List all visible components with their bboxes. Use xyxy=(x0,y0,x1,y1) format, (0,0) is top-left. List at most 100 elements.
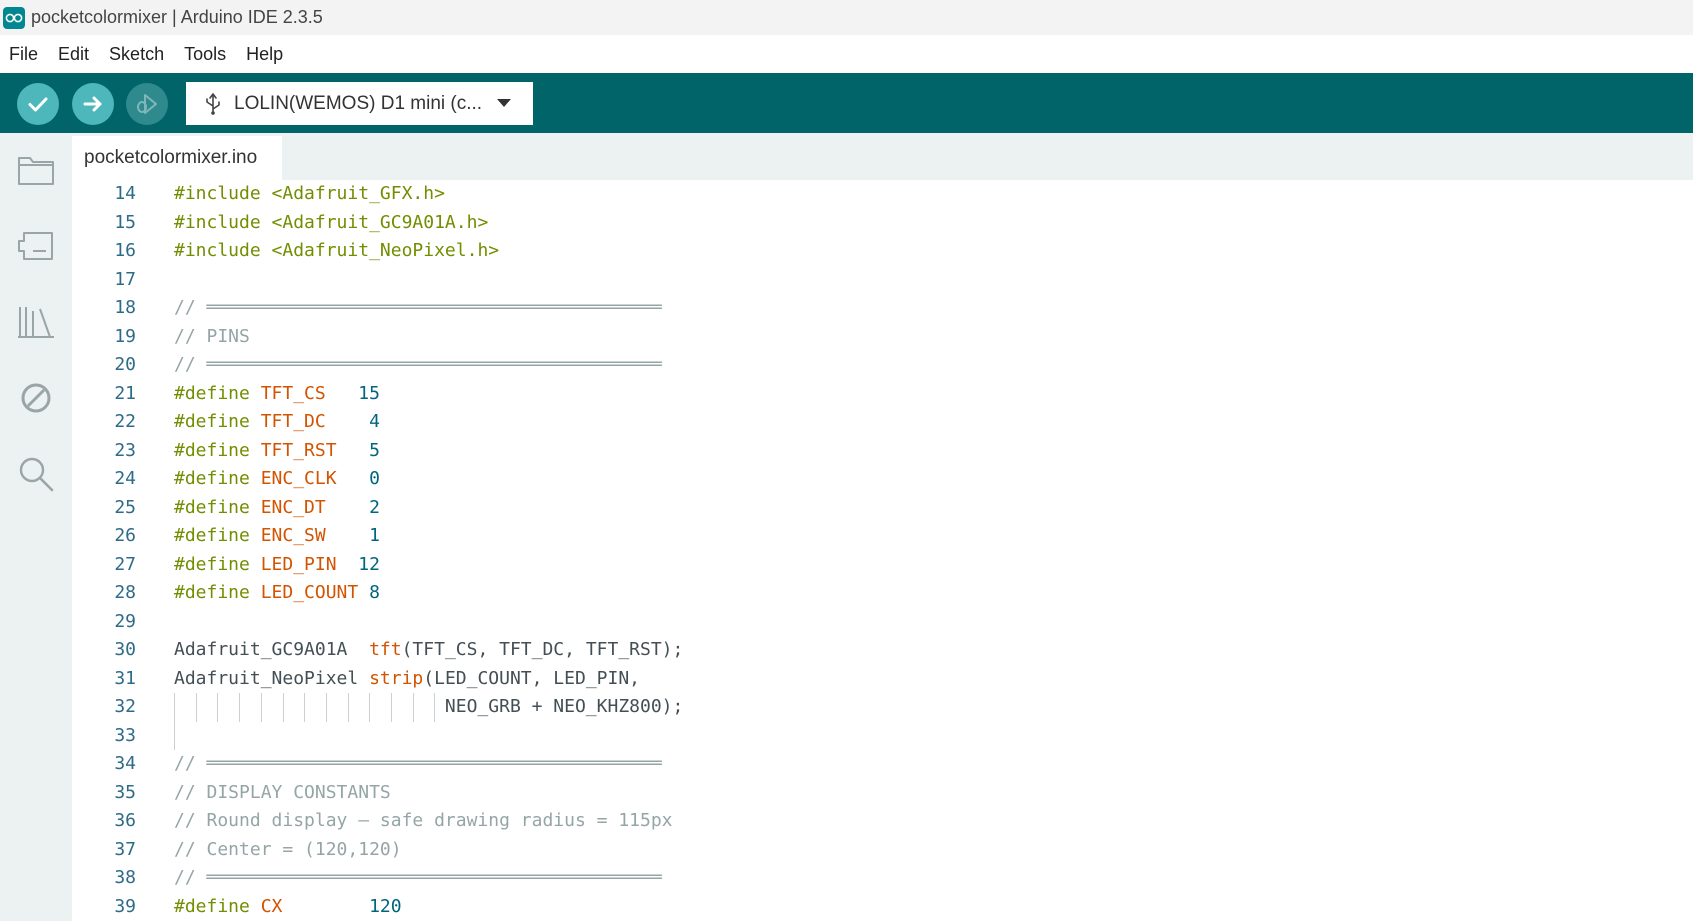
menu-help[interactable]: Help xyxy=(246,44,283,65)
debug-panel-button[interactable] xyxy=(15,377,57,419)
code-text: // ═════════════════════════════════════… xyxy=(174,294,662,323)
code-line[interactable]: 36 // Round display — safe drawing radius… xyxy=(72,807,1693,836)
menu-sketch[interactable]: Sketch xyxy=(109,44,164,65)
code-token: #include xyxy=(174,183,261,204)
no-entry-icon xyxy=(21,383,51,413)
code-token: #define xyxy=(174,382,250,404)
code-token: #include xyxy=(174,240,261,261)
code-token: ENC_SW xyxy=(260,525,326,546)
library-icon xyxy=(18,307,54,338)
code-token: // Center = (120,120) xyxy=(174,838,402,860)
library-manager-button[interactable] xyxy=(15,301,57,343)
line-number: 15 xyxy=(114,211,136,233)
menu-file[interactable]: File xyxy=(9,44,38,65)
code-line[interactable]: 17 xyxy=(72,266,1693,295)
code-line[interactable]: 39 #define CX 120 xyxy=(72,893,1693,921)
code-token: 2 xyxy=(369,496,380,518)
code-line[interactable]: 28 #define LED_COUNT 8 xyxy=(72,579,1693,608)
line-number: 23 xyxy=(114,439,136,461)
code-token: LED_PIN xyxy=(260,553,337,575)
sidebar xyxy=(0,133,72,921)
code-token: TFT_DC xyxy=(260,411,326,432)
line-number: 25 xyxy=(114,496,136,518)
code-token: (LED_COUNT, LED_PIN, xyxy=(423,667,641,689)
debug-button[interactable] xyxy=(126,83,168,125)
code-line[interactable]: 25 #define ENC_DT 2 xyxy=(72,494,1693,523)
code-line[interactable]: 22 #define TFT_DC 4 xyxy=(72,408,1693,437)
verify-button[interactable] xyxy=(17,83,59,125)
code-token: #define xyxy=(174,468,250,489)
code-editor[interactable]: 14 #include <Adafruit_GFX.h> 15 #include <A… xyxy=(72,180,1693,921)
code-line[interactable]: 16 #include <Adafruit_NeoPixel.h> xyxy=(72,237,1693,266)
code-line[interactable]: 33 xyxy=(72,721,1693,750)
upload-button[interactable] xyxy=(72,83,114,125)
code-line[interactable]: 19 // PINS xyxy=(72,323,1693,352)
line-number: 18 xyxy=(114,297,136,318)
menu-bar: File Edit Sketch Tools Help xyxy=(0,35,1693,73)
code-token: // PINS xyxy=(174,325,250,347)
code-line[interactable]: 21 #define TFT_CS 15 xyxy=(72,380,1693,409)
menu-tools[interactable]: Tools xyxy=(184,44,226,65)
code-line[interactable]: 18 // ═══════════════════════════════════… xyxy=(72,294,1693,323)
code-token: 12 xyxy=(358,553,380,575)
code-token: 5 xyxy=(369,439,380,461)
code-text: #define TFT_DC 4 xyxy=(174,408,380,437)
code-line[interactable]: 23 #define TFT_RST 5 xyxy=(72,437,1693,466)
code-line[interactable]: 37 // Center = (120,120) xyxy=(72,836,1693,865)
code-text: // ═════════════════════════════════════… xyxy=(174,351,662,380)
code-line[interactable]: 14 #include <Adafruit_GFX.h> xyxy=(72,180,1693,209)
code-token: #define xyxy=(174,553,250,575)
code-line[interactable]: 35 // DISPLAY CONSTANTS xyxy=(72,779,1693,808)
code-line[interactable]: 20 // ═══════════════════════════════════… xyxy=(72,351,1693,380)
code-line[interactable]: 15 #include <Adafruit_GC9A01A.h> xyxy=(72,209,1693,238)
code-text: // ═════════════════════════════════════… xyxy=(174,750,662,779)
code-text: #include <Adafruit_NeoPixel.h> xyxy=(174,237,499,266)
code-token: TFT_CS xyxy=(260,382,326,404)
menu-edit[interactable]: Edit xyxy=(58,44,89,65)
line-number: 38 xyxy=(114,867,136,888)
code-text: Adafruit_NeoPixel strip(LED_COUNT, LED_P… xyxy=(174,665,640,694)
code-line[interactable]: 27 #define LED_PIN 12 xyxy=(72,551,1693,580)
board-selector[interactable]: LOLIN(WEMOS) D1 mini (c... xyxy=(186,82,533,125)
code-token: // ═════════════════════════════════════… xyxy=(174,753,662,774)
code-token: ENC_CLK xyxy=(260,468,337,489)
code-token: LED_COUNT xyxy=(260,582,359,603)
code-token: // DISPLAY CONSTANTS xyxy=(174,781,391,803)
code-line[interactable]: 32 NEO_GRB + NEO_KHZ800); xyxy=(72,693,1693,722)
sketchbook-button[interactable] xyxy=(15,149,57,191)
window-title: pocketcolormixer | Arduino IDE 2.3.5 xyxy=(31,7,323,27)
code-token: NEO_GRB + NEO_KHZ800); xyxy=(174,696,684,717)
search-button[interactable] xyxy=(15,453,57,495)
line-number: 36 xyxy=(114,810,136,831)
code-token: 15 xyxy=(358,382,380,404)
boards-manager-button[interactable] xyxy=(15,225,57,267)
code-line[interactable]: 34 // ═══════════════════════════════════… xyxy=(72,750,1693,779)
title-bar: pocketcolormixer | Arduino IDE 2.3.5 xyxy=(0,0,1693,35)
tab-sketch-file[interactable]: pocketcolormixer.ino xyxy=(72,136,282,180)
code-line[interactable]: 29 xyxy=(72,608,1693,637)
arduino-logo-icon xyxy=(3,6,25,29)
toolbar: LOLIN(WEMOS) D1 mini (c... xyxy=(0,73,1693,133)
line-number: 24 xyxy=(114,468,136,489)
line-number: 35 xyxy=(114,781,136,803)
code-text: #define LED_PIN 12 xyxy=(174,551,380,580)
code-line[interactable]: 31 Adafruit_NeoPixel strip(LED_COUNT, LED… xyxy=(72,665,1693,694)
code-text: #define TFT_RST 5 xyxy=(174,437,380,466)
line-number: 33 xyxy=(114,724,136,746)
code-line[interactable]: 26 #define ENC_SW 1 xyxy=(72,522,1693,551)
code-line[interactable]: 38 // ═══════════════════════════════════… xyxy=(72,864,1693,893)
code-line[interactable]: 24 #define ENC_CLK 0 xyxy=(72,465,1693,494)
code-line[interactable]: 30 Adafruit_GC9A01A tft(TFT_CS, TFT_DC, T… xyxy=(72,636,1693,665)
